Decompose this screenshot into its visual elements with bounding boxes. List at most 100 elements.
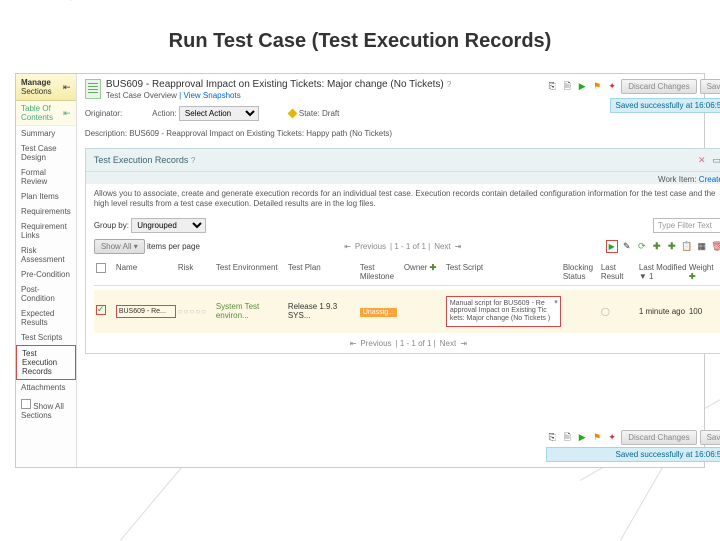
- refresh-icon[interactable]: ⟳: [636, 240, 648, 252]
- ter-description: Allows you to associate, create and gene…: [94, 189, 720, 210]
- next-link[interactable]: Next: [440, 339, 456, 348]
- row-checkbox[interactable]: [96, 305, 106, 315]
- view-snapshots-link[interactable]: View Snapshots: [183, 91, 240, 100]
- row-lastmod: 1 minute ago: [639, 307, 687, 316]
- col-blocking[interactable]: Blocking Status: [563, 263, 599, 281]
- saved-message: Saved successfully at 16:06:56: [546, 447, 720, 462]
- add-weight-icon[interactable]: ✚: [689, 272, 696, 281]
- sidebar-item-1[interactable]: Test Case Design: [16, 141, 76, 165]
- doc-icon[interactable]: 🗎: [561, 81, 573, 93]
- sidebar: Manage Sections ⇤ Table Of Contents ⇤ Su…: [16, 74, 77, 467]
- columns-icon[interactable]: ▦: [696, 240, 708, 252]
- show-all-sections[interactable]: Show All Sections: [16, 395, 76, 424]
- close-panel-icon[interactable]: ✕: [696, 154, 708, 166]
- slide-title: Run Test Case (Test Execution Records): [0, 0, 720, 73]
- flag-icon[interactable]: ⚑: [591, 81, 603, 93]
- add-icon[interactable]: ✚: [651, 240, 663, 252]
- sidebar-item-12[interactable]: Attachments: [16, 380, 76, 395]
- sidebar-item-4[interactable]: Requirements: [16, 204, 76, 219]
- col-lastmod[interactable]: Last Modified▼ 1: [639, 263, 687, 281]
- star-icon[interactable]: ✦: [606, 432, 618, 444]
- table-row[interactable]: BUS609 - Re... ○○○○○ System Test environ…: [94, 290, 720, 333]
- table-header: Name Risk Test Environment Test Plan Tes…: [94, 259, 720, 286]
- action-select[interactable]: Select Action: [179, 106, 259, 121]
- sidebar-item-5[interactable]: Requirement Links: [16, 219, 76, 243]
- edit-icon[interactable]: ✎: [621, 240, 633, 252]
- group-by-select[interactable]: Ungrouped: [131, 218, 206, 233]
- save-button[interactable]: Save: [700, 430, 720, 445]
- add-owner-icon[interactable]: ✚: [430, 263, 437, 272]
- toc-collapse-icon[interactable]: ⇤: [63, 107, 71, 119]
- toc-header: Table Of Contents ⇤: [16, 101, 76, 126]
- next-link[interactable]: Next: [434, 242, 450, 251]
- collapse-icon[interactable]: ⇤: [63, 81, 71, 93]
- row-script-select[interactable]: Manual script for BUS609 - Re approval I…: [446, 296, 561, 327]
- prev-link[interactable]: Previous: [355, 242, 386, 251]
- col-risk[interactable]: Risk: [178, 263, 214, 281]
- overview-label: Test Case Overview: [106, 91, 177, 100]
- sidebar-item-2[interactable]: Formal Review: [16, 165, 76, 189]
- help-icon[interactable]: ?: [447, 80, 451, 89]
- description-field: Description: BUS609 - Reapproval Impact …: [85, 129, 720, 138]
- testcase-doc-icon: [85, 79, 101, 99]
- run-icon[interactable]: ▶: [576, 432, 588, 444]
- col-name[interactable]: Name: [116, 263, 176, 281]
- save-button[interactable]: Save: [700, 79, 720, 94]
- sidebar-item-0[interactable]: Summary: [16, 126, 76, 141]
- items-per-page-label: items per page: [147, 242, 200, 251]
- main-panel: BUS609 - Reapproval Impact on Existing T…: [77, 74, 720, 467]
- run-selected-button[interactable]: ▶: [606, 240, 618, 253]
- state-diamond-icon: [287, 109, 297, 119]
- filter-input[interactable]: Type Filter Text: [653, 218, 720, 233]
- col-plan[interactable]: Test Plan: [288, 263, 358, 281]
- copy-icon[interactable]: ⎘: [546, 432, 558, 444]
- sidebar-item-9[interactable]: Expected Results: [16, 306, 76, 330]
- row-weight: 100: [689, 307, 720, 316]
- collapse-panel-icon[interactable]: ▭: [711, 154, 720, 166]
- row-risk: ○○○○○: [178, 307, 214, 316]
- row-milestone[interactable]: Unassig...: [360, 308, 397, 317]
- col-lastresult[interactable]: Last Result: [601, 263, 637, 281]
- discard-button[interactable]: Discard Changes: [621, 79, 696, 94]
- saved-message: Saved successfully at 16:06:56: [610, 98, 720, 113]
- action-field: Action: Select Action: [152, 106, 259, 121]
- sidebar-item-3[interactable]: Plan Items: [16, 189, 76, 204]
- checkbox-icon[interactable]: [21, 399, 31, 409]
- delete-icon[interactable]: 🗑: [711, 240, 720, 252]
- ter-table: Name Risk Test Environment Test Plan Tes…: [94, 259, 720, 333]
- run-icon[interactable]: ▶: [576, 81, 588, 93]
- flag-icon[interactable]: ⚑: [591, 432, 603, 444]
- sidebar-header: Manage Sections ⇤: [16, 74, 76, 101]
- sidebar-item-8[interactable]: Post-Condition: [16, 282, 76, 306]
- row-plan: Release 1.9.3 SYS...: [288, 302, 358, 320]
- show-all-button[interactable]: Show All ▾: [94, 239, 145, 254]
- group-by-field: Group by: Ungrouped: [94, 218, 206, 233]
- export-icon[interactable]: 📋: [681, 240, 693, 252]
- app-window: Manage Sections ⇤ Table Of Contents ⇤ Su…: [15, 73, 705, 468]
- col-owner[interactable]: Owner: [404, 263, 428, 272]
- row-name[interactable]: BUS609 - Re...: [116, 305, 176, 318]
- sidebar-item-6[interactable]: Risk Assessment: [16, 243, 76, 267]
- select-all-checkbox[interactable]: [96, 263, 106, 273]
- discard-button[interactable]: Discard Changes: [621, 430, 696, 445]
- row-env-link[interactable]: System Test environ...: [216, 302, 286, 320]
- state-field: State: Draft: [289, 109, 339, 118]
- pager-top: ⇤Previous | 1 - 1 of 1 | Next⇥: [344, 242, 461, 251]
- doc-icon[interactable]: 🗎: [561, 432, 573, 444]
- sidebar-item-11[interactable]: Test Execution Records: [16, 345, 76, 380]
- ter-title: Test Execution Records ?: [94, 155, 196, 165]
- star-icon[interactable]: ✦: [606, 81, 618, 93]
- col-env[interactable]: Test Environment: [216, 263, 286, 281]
- copy-icon[interactable]: ⎘: [546, 81, 558, 93]
- col-milestone[interactable]: Test Milestone: [360, 263, 402, 281]
- col-script[interactable]: Test Script: [446, 263, 561, 281]
- sidebar-item-10[interactable]: Test Scripts: [16, 330, 76, 345]
- col-weight[interactable]: Weight ✚: [689, 263, 720, 281]
- help-icon[interactable]: ?: [191, 156, 195, 165]
- prev-link[interactable]: Previous: [360, 339, 391, 348]
- row-lastresult: ◯: [601, 307, 637, 316]
- generate-icon[interactable]: ✚: [666, 240, 678, 252]
- sidebar-item-7[interactable]: Pre-Condition: [16, 267, 76, 282]
- top-toolbar: ⎘ 🗎 ▶ ⚑ ✦ Discard Changes Save: [546, 79, 720, 94]
- create-work-item-link[interactable]: Create: [699, 175, 720, 184]
